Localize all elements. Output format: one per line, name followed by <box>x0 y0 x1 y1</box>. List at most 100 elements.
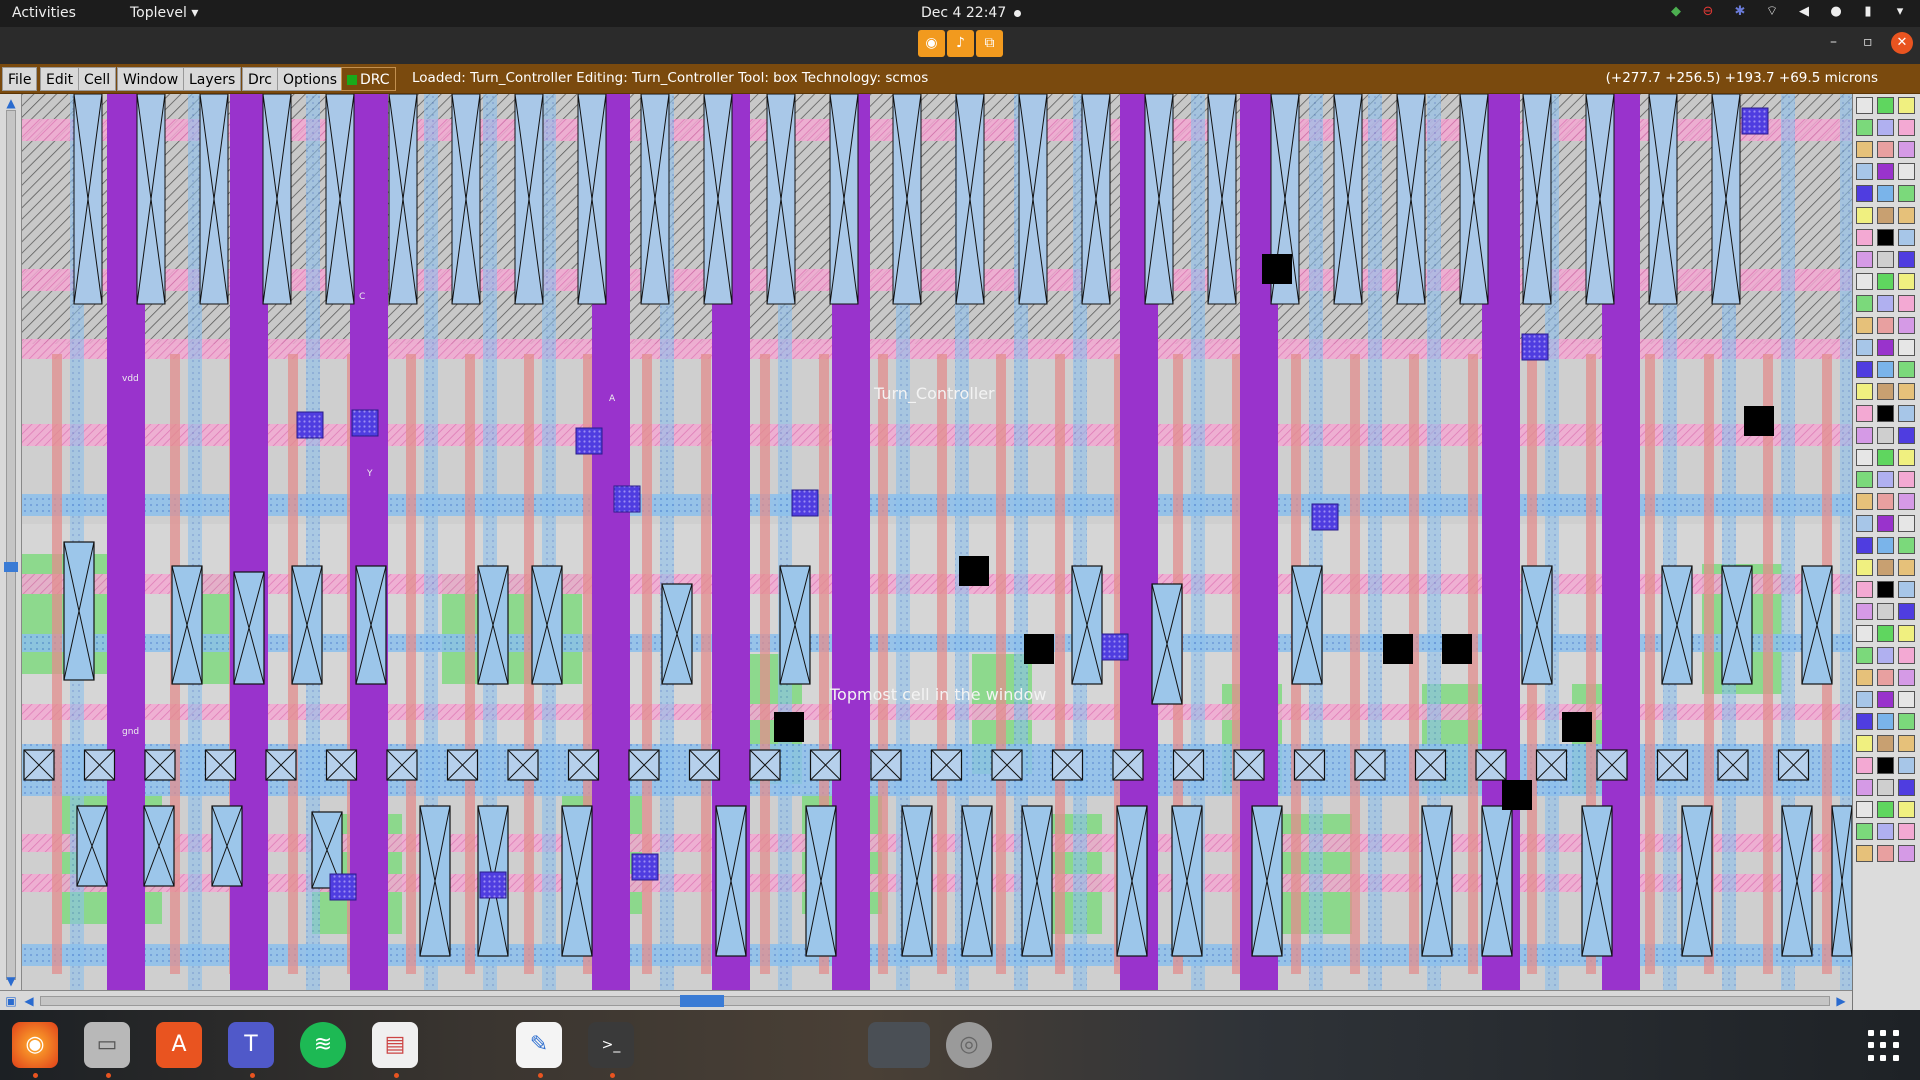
layer-swatch[interactable] <box>1898 317 1915 334</box>
layer-swatch[interactable] <box>1898 295 1915 312</box>
menu-edit[interactable]: Edit <box>40 67 80 91</box>
layer-swatch[interactable] <box>1856 317 1873 334</box>
close-icon[interactable]: ✕ <box>1891 32 1913 54</box>
terminal-icon[interactable]: >_ <box>588 1022 634 1068</box>
layer-swatch[interactable] <box>1877 251 1894 268</box>
layer-swatch[interactable] <box>1898 427 1915 444</box>
layer-swatch[interactable] <box>1856 471 1873 488</box>
layer-swatch[interactable] <box>1898 207 1915 224</box>
layer-swatch[interactable] <box>1877 361 1894 378</box>
layer-swatch[interactable] <box>1877 141 1894 158</box>
layer-swatch[interactable] <box>1877 537 1894 554</box>
scroll-down-icon[interactable]: ▼ <box>4 974 18 988</box>
layer-swatch[interactable] <box>1877 823 1894 840</box>
layer-swatch[interactable] <box>1856 647 1873 664</box>
layer-palette[interactable] <box>1852 94 1920 1010</box>
layer-swatch[interactable] <box>1898 119 1915 136</box>
layer-swatch[interactable] <box>1856 251 1873 268</box>
layer-swatch[interactable] <box>1898 185 1915 202</box>
layer-swatch[interactable] <box>1856 207 1873 224</box>
layer-swatch[interactable] <box>1898 141 1915 158</box>
microphone-icon[interactable]: ● <box>1828 4 1844 20</box>
layer-swatch[interactable] <box>1877 603 1894 620</box>
vertical-scroll-track[interactable] <box>6 110 16 980</box>
show-apps-icon[interactable] <box>1868 1030 1900 1062</box>
layer-swatch[interactable] <box>1877 119 1894 136</box>
layer-swatch[interactable] <box>1856 449 1873 466</box>
viewer-icon[interactable]: ▤ <box>372 1022 418 1068</box>
layer-swatch[interactable] <box>1877 669 1894 686</box>
layer-swatch[interactable] <box>1877 647 1894 664</box>
layer-swatch[interactable] <box>1898 691 1915 708</box>
layer-swatch[interactable] <box>1898 493 1915 510</box>
layer-swatch[interactable] <box>1856 779 1873 796</box>
layer-swatch[interactable] <box>1898 735 1915 752</box>
layer-swatch[interactable] <box>1877 383 1894 400</box>
layer-swatch[interactable] <box>1856 185 1873 202</box>
teams-icon[interactable]: T <box>228 1022 274 1068</box>
menu-drc[interactable]: Drc <box>242 67 278 91</box>
layer-swatch[interactable] <box>1856 229 1873 246</box>
no-entry-icon[interactable]: ⊖ <box>1700 4 1716 20</box>
chevron-down-icon[interactable]: ▾ <box>1892 4 1908 20</box>
zoom-box-icon[interactable]: ▣ <box>4 994 18 1008</box>
horizontal-scroll-track[interactable] <box>40 996 1830 1006</box>
layer-swatch[interactable] <box>1877 185 1894 202</box>
layer-swatch[interactable] <box>1877 97 1894 114</box>
layer-swatch[interactable] <box>1898 163 1915 180</box>
layer-swatch[interactable] <box>1877 779 1894 796</box>
layer-swatch[interactable] <box>1856 625 1873 642</box>
layer-swatch[interactable] <box>1877 559 1894 576</box>
layer-swatch[interactable] <box>1856 427 1873 444</box>
layer-swatch[interactable] <box>1856 273 1873 290</box>
layer-swatch[interactable] <box>1898 471 1915 488</box>
scroll-right-icon[interactable]: ▶ <box>1834 994 1848 1008</box>
layer-swatch[interactable] <box>1856 383 1873 400</box>
spotify-icon[interactable]: ≋ <box>300 1022 346 1068</box>
maximize-icon[interactable]: ▫ <box>1863 34 1873 50</box>
scroll-up-icon[interactable]: ▲ <box>4 96 18 110</box>
menu-window[interactable]: Window <box>117 67 185 91</box>
drc-indicator[interactable]: DRC <box>341 67 396 91</box>
layer-swatch[interactable] <box>1877 757 1894 774</box>
wifi-icon[interactable]: ⌔ <box>1764 4 1780 20</box>
layer-swatch[interactable] <box>1877 581 1894 598</box>
layer-swatch[interactable] <box>1877 493 1894 510</box>
layer-swatch[interactable] <box>1856 515 1873 532</box>
firefox-icon[interactable]: ◉ <box>12 1022 58 1068</box>
layer-swatch[interactable] <box>1898 559 1915 576</box>
layer-swatch[interactable] <box>1898 229 1915 246</box>
layer-swatch[interactable] <box>1877 625 1894 642</box>
layer-swatch[interactable] <box>1877 295 1894 312</box>
magic-window-icon[interactable] <box>868 1022 930 1068</box>
layer-swatch[interactable] <box>1856 141 1873 158</box>
layer-swatch[interactable] <box>1856 581 1873 598</box>
layer-swatch[interactable] <box>1856 559 1873 576</box>
layer-swatch[interactable] <box>1898 757 1915 774</box>
layer-swatch[interactable] <box>1898 449 1915 466</box>
layer-swatch[interactable] <box>1898 361 1915 378</box>
layer-swatch[interactable] <box>1856 405 1873 422</box>
layer-swatch[interactable] <box>1877 427 1894 444</box>
layer-swatch[interactable] <box>1898 779 1915 796</box>
layer-swatch[interactable] <box>1856 713 1873 730</box>
layout-drawing[interactable] <box>22 94 1852 990</box>
vertical-scrollbar[interactable]: ▲ ▼ <box>0 94 22 1010</box>
layer-swatch[interactable] <box>1898 97 1915 114</box>
layer-swatch[interactable] <box>1856 537 1873 554</box>
layout-canvas[interactable]: Turn_Controller Topmost cell in the wind… <box>22 94 1852 990</box>
layer-swatch[interactable] <box>1856 119 1873 136</box>
activities-button[interactable]: Activities <box>12 5 76 21</box>
clock[interactable]: Dec 4 22:47 <box>921 5 1006 21</box>
scroll-left-icon[interactable]: ◀ <box>22 994 36 1008</box>
layer-swatch[interactable] <box>1877 471 1894 488</box>
editor-icon[interactable]: ✎ <box>516 1022 562 1068</box>
layer-swatch[interactable] <box>1877 735 1894 752</box>
layer-swatch[interactable] <box>1898 515 1915 532</box>
layer-swatch[interactable] <box>1898 537 1915 554</box>
menu-file[interactable]: File <box>2 67 38 91</box>
layer-swatch[interactable] <box>1877 273 1894 290</box>
layer-swatch[interactable] <box>1898 273 1915 290</box>
layer-swatch[interactable] <box>1856 163 1873 180</box>
layer-swatch[interactable] <box>1898 405 1915 422</box>
